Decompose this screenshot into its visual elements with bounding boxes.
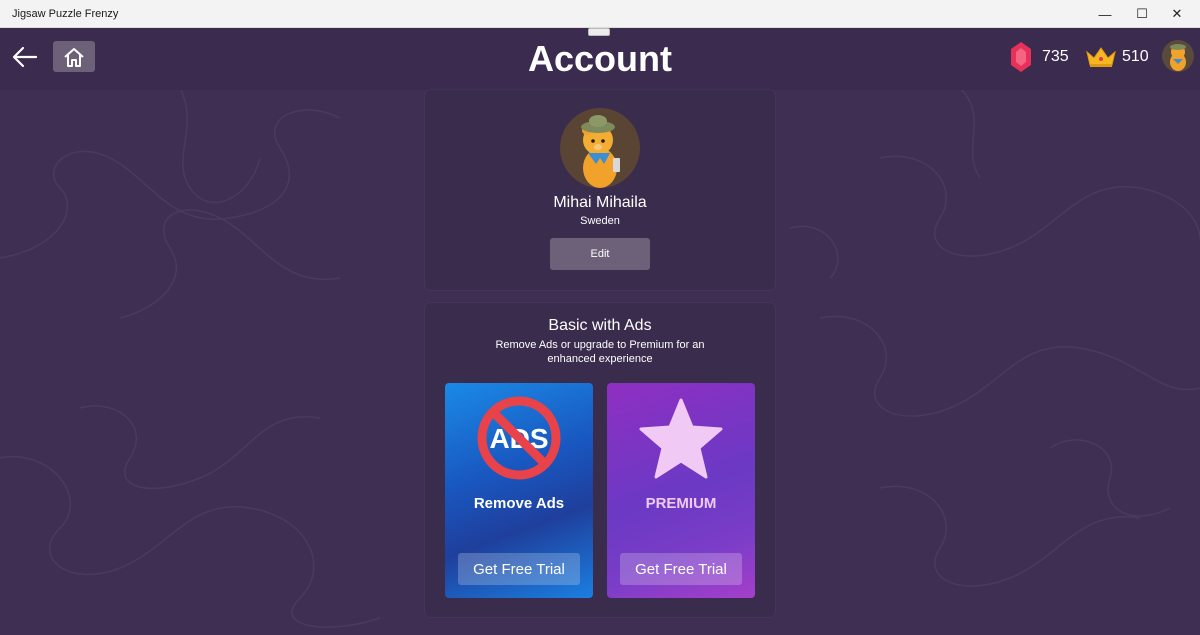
crown-count: 510 bbox=[1122, 48, 1149, 65]
no-ads-icon: ADS bbox=[477, 396, 561, 480]
subscription-card: Basic with Ads Remove Ads or upgrade to … bbox=[425, 303, 775, 617]
app-window: Jigsaw Puzzle Frenzy — ☐ ✕ Account 735 5… bbox=[0, 0, 1200, 635]
user-avatar-small[interactable] bbox=[1162, 40, 1194, 72]
remove-ads-trial-button[interactable]: Get Free Trial bbox=[458, 553, 580, 585]
premium-tile[interactable]: PREMIUM Get Free Trial bbox=[607, 383, 755, 598]
app-content: Account 735 510 Mihai Mihaila Sweden Edi… bbox=[0, 28, 1200, 635]
title-bar: Jigsaw Puzzle Frenzy — ☐ ✕ bbox=[0, 0, 1200, 28]
window-title: Jigsaw Puzzle Frenzy bbox=[12, 8, 119, 20]
subscription-description: Remove Ads or upgrade to Premium for an … bbox=[495, 339, 705, 365]
edit-profile-button[interactable]: Edit bbox=[550, 238, 650, 270]
close-button[interactable]: ✕ bbox=[1154, 0, 1200, 28]
subscription-title: Basic with Ads bbox=[548, 317, 652, 334]
window-drag-handle[interactable] bbox=[588, 28, 610, 36]
gem-count: 735 bbox=[1042, 48, 1069, 65]
premium-trial-button[interactable]: Get Free Trial bbox=[620, 553, 742, 585]
user-avatar bbox=[560, 108, 640, 188]
crown-icon bbox=[1086, 47, 1116, 67]
remove-ads-tile[interactable]: ADS Remove Ads Get Free Trial bbox=[445, 383, 593, 598]
premium-label: PREMIUM bbox=[645, 495, 717, 512]
user-country: Sweden bbox=[580, 215, 620, 227]
user-name: Mihai Mihaila bbox=[553, 194, 647, 211]
profile-card: Mihai Mihaila Sweden Edit bbox=[425, 90, 775, 290]
star-icon bbox=[639, 398, 723, 479]
gem-icon bbox=[1011, 42, 1031, 72]
top-navigation-bar: Account 735 510 bbox=[0, 28, 1200, 90]
remove-ads-label: Remove Ads bbox=[473, 495, 565, 512]
